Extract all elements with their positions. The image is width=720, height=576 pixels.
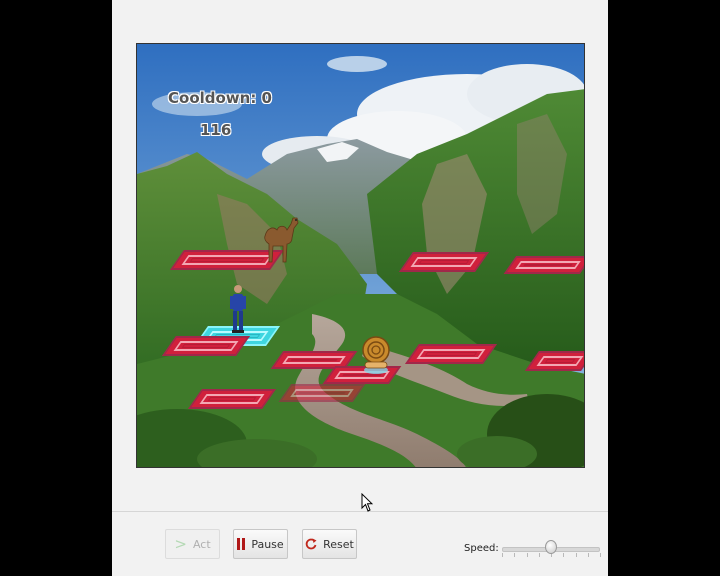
platform [398,252,490,272]
app-window: Cooldown: 0 116 > Act Pause Reset Speed: [112,0,608,576]
faded-platform [278,384,366,402]
act-button-label: Act [192,537,211,551]
platform [161,336,251,356]
speed-label: Speed: [464,543,499,554]
speed-slider-tick [538,553,540,557]
speed-slider-tick [600,553,601,557]
play-arrow-icon: > [174,535,187,553]
platform [503,256,584,274]
speed-slider-tick [563,553,565,557]
pause-button-label: Pause [251,537,284,551]
speed-slider-tick [526,553,528,557]
game-world[interactable]: Cooldown: 0 116 [136,43,585,468]
cooldown-display: Cooldown: 0 [168,89,272,107]
platform [187,389,277,409]
snail-sprite [362,336,390,374]
reset-button[interactable]: Reset [302,529,357,559]
reset-button-label: Reset [323,537,354,551]
score-counter: 116 [200,121,232,139]
speed-slider-tick [575,553,577,557]
camel-sprite [264,217,299,263]
mouse-pointer-icon [361,493,373,512]
toolbar-divider [112,511,608,512]
act-button[interactable]: > Act [165,529,220,559]
speed-slider-tick [587,553,589,557]
speed-slider-thumb[interactable] [545,540,557,554]
pause-button[interactable]: Pause [233,529,288,559]
man-player-sprite [230,285,246,333]
speed-slider[interactable] [502,539,601,557]
platform [404,344,498,364]
pause-icon [237,538,246,550]
speed-slider-tick [502,553,503,557]
speed-slider-tick [514,553,516,557]
reset-icon [305,538,317,550]
